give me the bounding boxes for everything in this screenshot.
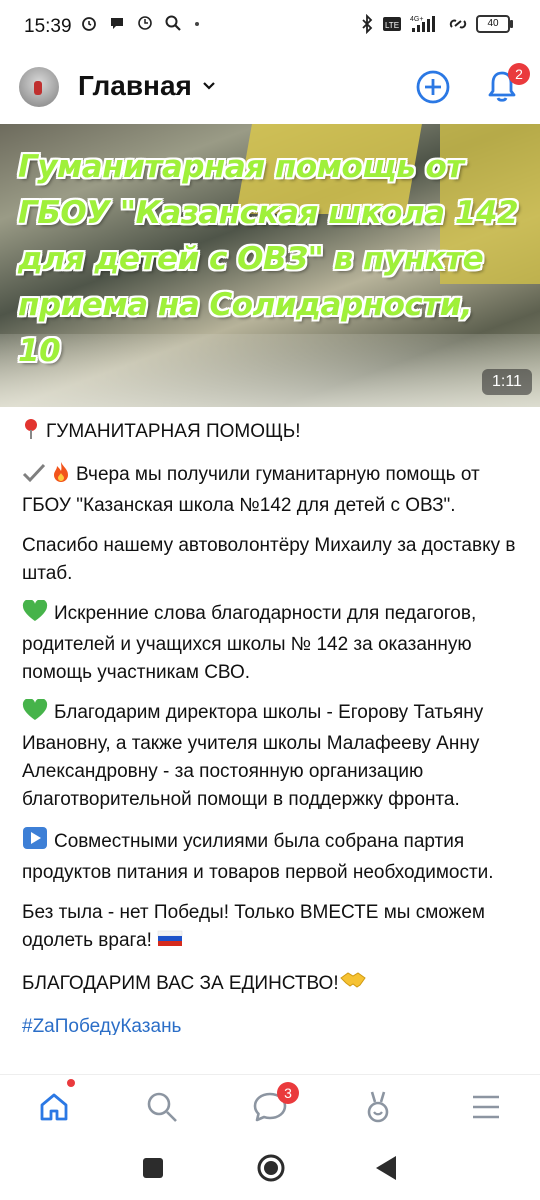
volte-icon: LTE	[382, 15, 402, 33]
home-icon	[40, 1093, 68, 1121]
chevron-down-icon	[203, 82, 215, 90]
bluetooth-icon	[360, 14, 374, 34]
post-paragraph: #ZaПобедуКазань	[22, 1013, 522, 1035]
signal-icon: 4G+	[410, 14, 440, 34]
post-line-1: ГУМАНИТАРНАЯ ПОМОЩЬ!	[46, 421, 301, 442]
green-heart-icon	[22, 698, 48, 730]
page-title-dropdown[interactable]: Главная	[78, 70, 216, 102]
back-icon[interactable]	[374, 1154, 398, 1182]
post-line-6: Совместными усилиями была собрана партия…	[22, 831, 494, 883]
system-navigation	[0, 1136, 540, 1200]
home-button-icon[interactable]	[256, 1153, 286, 1183]
link-icon	[448, 15, 468, 33]
menu-icon	[473, 1095, 499, 1119]
post-line-4: Искренние слова благодарности для педаго…	[22, 603, 477, 683]
post-paragraph: ГУМАНИТАРНАЯ ПОМОЩЬ!	[22, 418, 522, 449]
post-paragraph: Вчера мы получили гуманитарную помощь от…	[22, 461, 522, 520]
video-duration: 1:11	[482, 369, 532, 395]
nav-home[interactable]	[32, 1085, 76, 1129]
post-paragraph: Совместными усилиями была собрана партия…	[22, 826, 522, 887]
post-line-5: Благодарим директора школы - Егорову Тат…	[22, 702, 484, 810]
notification-badge: 2	[508, 63, 530, 85]
status-bar: 15:39 LTE 4G+ 40	[0, 0, 540, 56]
post-paragraph: БЛАГОДАРИМ ВАС ЗА ЕДИНСТВО!	[22, 970, 522, 1001]
pin-icon	[22, 418, 40, 449]
search-icon	[164, 14, 182, 32]
avatar[interactable]	[19, 67, 59, 107]
dot-icon	[192, 14, 202, 32]
svg-text:4G+: 4G+	[410, 16, 423, 23]
recent-apps-icon[interactable]	[142, 1157, 164, 1179]
nav-clips[interactable]	[356, 1085, 400, 1129]
post-text: ГУМАНИТАРНАЯ ПОМОЩЬ! Вчера мы получили г…	[22, 418, 522, 1035]
status-icons-left	[80, 14, 202, 32]
alarm-icon	[80, 14, 98, 32]
handshake-icon	[339, 970, 367, 1001]
bottom-navigation	[0, 1074, 540, 1137]
battery-indicator: 40	[476, 15, 513, 33]
video-title: Гуманитарная помощь от ГБОУ "Казанская ш…	[18, 149, 519, 369]
page-title: Главная	[78, 70, 192, 101]
post-line-8: БЛАГОДАРИМ ВАС ЗА ЕДИНСТВО!	[22, 973, 339, 994]
russia-flag-icon	[157, 929, 183, 958]
play-button-icon	[22, 826, 48, 859]
status-icons-right: LTE 4G+ 40	[360, 14, 513, 34]
clips-icon	[367, 1091, 389, 1123]
video-player[interactable]: Гуманитарная помощь от ГБОУ "Казанская ш…	[0, 124, 540, 407]
post-paragraph: Спасибо нашему автоволонтёру Михаилу за …	[22, 532, 522, 588]
post-paragraph: Искренние слова благодарности для педаго…	[22, 599, 522, 687]
hashtag-link[interactable]: #ZaПобедуКазань	[22, 1016, 181, 1035]
green-heart-icon	[22, 599, 48, 631]
svg-text:LTE: LTE	[385, 21, 399, 30]
messages-badge: 3	[277, 1082, 299, 1104]
post-line-3: Спасибо нашему автоволонтёру Михаилу за …	[22, 535, 516, 584]
post-paragraph: Без тыла - нет Победы! Только ВМЕСТЕ мы …	[22, 899, 522, 958]
nav-search[interactable]	[140, 1085, 184, 1129]
clock-icon	[136, 14, 154, 32]
app-header: Главная	[0, 56, 540, 122]
chat-icon	[108, 14, 126, 32]
post-paragraph: Благодарим директора школы - Егорову Тат…	[22, 698, 522, 814]
status-time: 15:39	[24, 16, 72, 37]
post-line-7: Без тыла - нет Победы! Только ВМЕСТЕ мы …	[22, 902, 485, 951]
home-unread-dot	[67, 1079, 75, 1087]
fire-icon	[52, 461, 70, 492]
nav-menu[interactable]	[464, 1085, 508, 1129]
post-line-2: Вчера мы получили гуманитарную помощь от…	[22, 464, 480, 516]
checkmark-icon	[22, 463, 46, 492]
search-icon	[147, 1092, 177, 1122]
add-icon[interactable]	[415, 69, 451, 105]
